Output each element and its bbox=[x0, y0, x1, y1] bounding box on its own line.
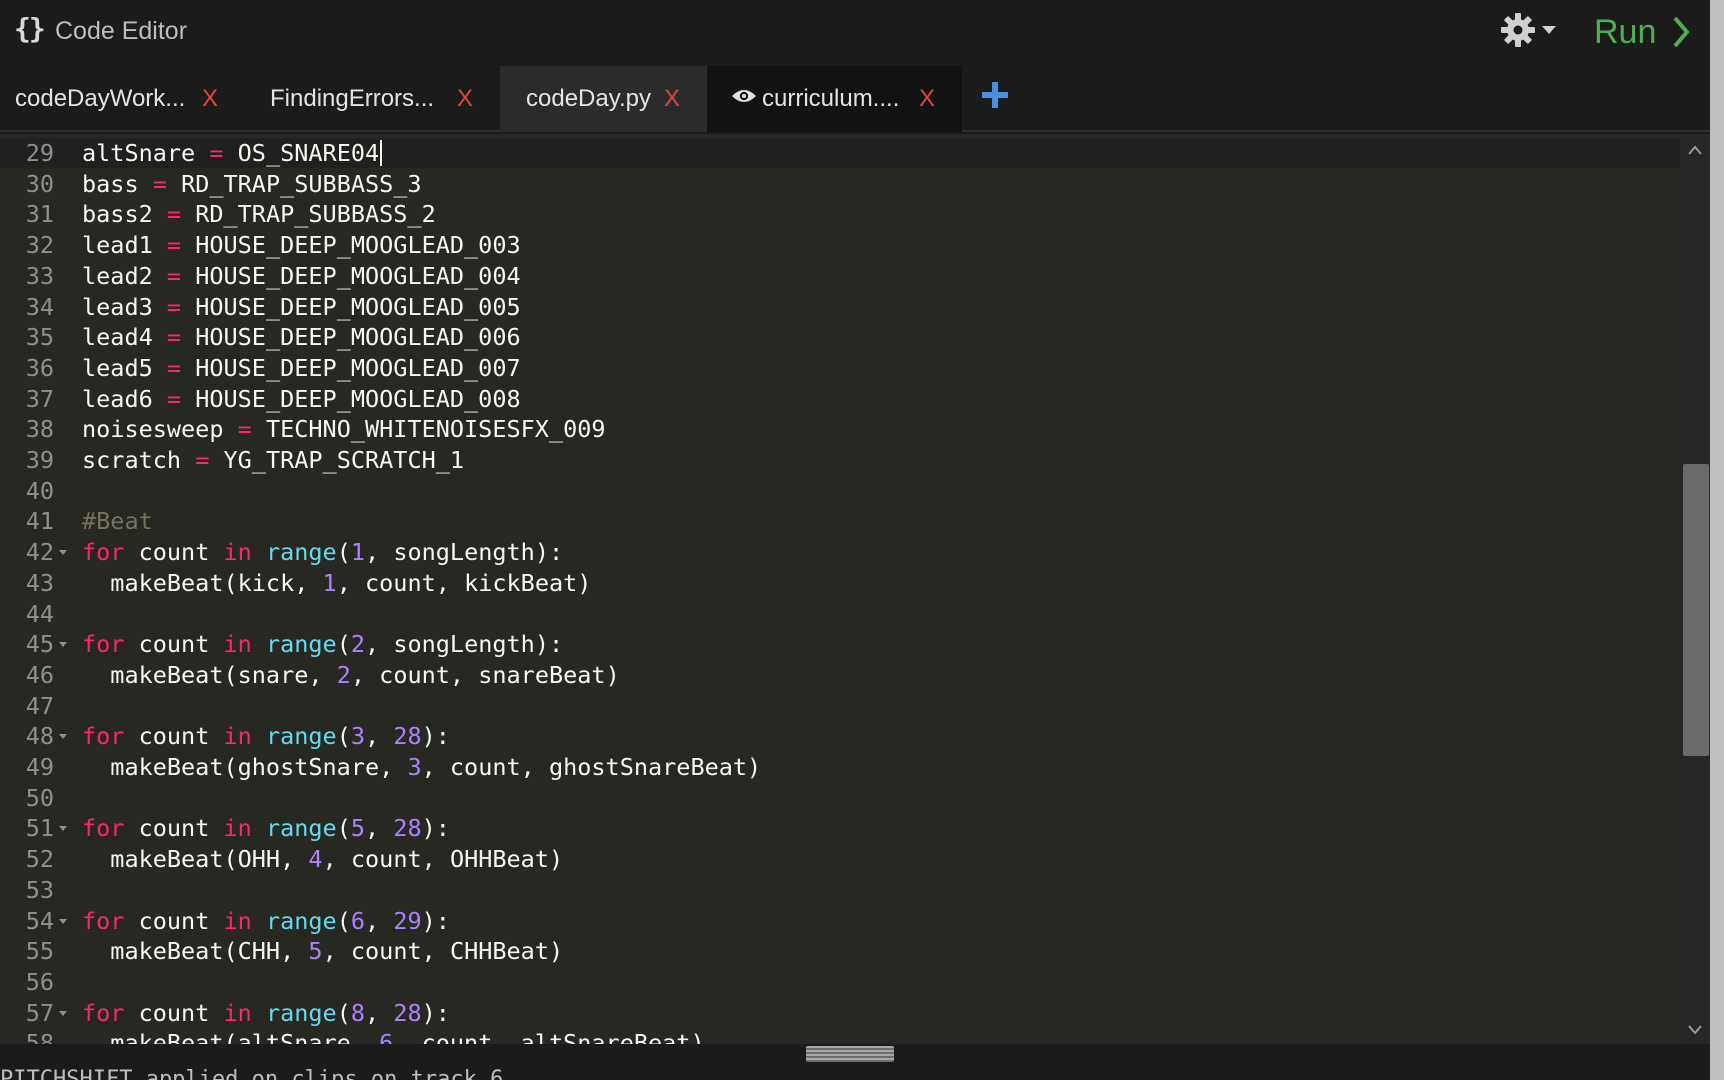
add-tab-button[interactable] bbox=[980, 80, 1010, 110]
code-editor-area[interactable]: 29 altSnare = OS_SNARE04 30 bass = RD_TRAP_… bbox=[0, 134, 1710, 1044]
line-number: 42 bbox=[25, 538, 54, 567]
line-number: 44 bbox=[25, 599, 54, 628]
code-line[interactable]: for count in range(3, 28): bbox=[82, 721, 450, 751]
code-line[interactable]: for count in range(5, 28): bbox=[82, 813, 450, 843]
vertical-scrollbar[interactable] bbox=[1680, 134, 1710, 1044]
eye-icon bbox=[731, 87, 757, 105]
line-number: 53 bbox=[25, 875, 54, 904]
line-number: 34 bbox=[25, 292, 54, 321]
line-number: 52 bbox=[25, 845, 54, 874]
line-number: 55 bbox=[25, 937, 54, 966]
line-number: 40 bbox=[25, 476, 54, 505]
line-number: 37 bbox=[25, 384, 54, 413]
code-line[interactable]: for count in range(8, 28): bbox=[82, 998, 450, 1028]
tab-close-button[interactable]: X bbox=[919, 85, 935, 113]
code-line[interactable]: noisesweep = TECHNO_WHITENOISESFX_009 bbox=[82, 414, 606, 444]
line-number: 32 bbox=[25, 231, 54, 260]
scrollbar-thumb[interactable] bbox=[1683, 464, 1709, 756]
line-number: 30 bbox=[25, 169, 54, 198]
code-line[interactable]: lead3 = HOUSE_DEEP_MOOGLEAD_005 bbox=[82, 292, 521, 322]
line-number: 35 bbox=[25, 323, 54, 352]
plus-icon bbox=[980, 82, 1010, 114]
code-line[interactable]: lead4 = HOUSE_DEEP_MOOGLEAD_006 bbox=[82, 322, 521, 352]
run-label: Run bbox=[1594, 12, 1657, 51]
line-number: 51 bbox=[25, 814, 54, 843]
code-line[interactable]: bass2 = RD_TRAP_SUBBASS_2 bbox=[82, 199, 436, 229]
fold-arrow-icon[interactable] bbox=[59, 918, 67, 924]
code-line[interactable]: lead5 = HOUSE_DEEP_MOOGLEAD_007 bbox=[82, 353, 521, 383]
tab-label: codeDayWork... bbox=[15, 85, 186, 112]
code-editor-app: {} Code Editor Run codeDayWork... X Find… bbox=[0, 0, 1724, 1080]
tab-close-button[interactable]: X bbox=[664, 85, 680, 113]
line-number: 41 bbox=[25, 507, 54, 536]
code-line[interactable]: altSnare = OS_SNARE04 bbox=[82, 138, 379, 168]
tab-findingerrors[interactable]: FindingErrors... X bbox=[242, 66, 500, 132]
tab-close-button[interactable]: X bbox=[202, 85, 218, 113]
line-number: 46 bbox=[25, 660, 54, 689]
line-number: 54 bbox=[25, 906, 54, 935]
code-line[interactable]: scratch = YG_TRAP_SCRATCH_1 bbox=[82, 445, 464, 475]
line-number: 57 bbox=[25, 998, 54, 1027]
run-button[interactable]: Run bbox=[1594, 10, 1690, 54]
line-number: 56 bbox=[25, 967, 54, 996]
resize-handle[interactable] bbox=[806, 1046, 894, 1062]
tab-curriculum[interactable]: curriculum.... X bbox=[707, 66, 962, 132]
console-output: PITCHSHIFT applied on clips on track 6 bbox=[0, 1062, 1710, 1080]
fold-arrow-icon[interactable] bbox=[59, 642, 67, 648]
fold-arrow-icon[interactable] bbox=[59, 1010, 67, 1016]
caret-down-icon bbox=[1542, 26, 1556, 34]
line-number: 33 bbox=[25, 261, 54, 290]
text-cursor bbox=[380, 140, 383, 166]
line-number: 50 bbox=[25, 783, 54, 812]
code-line[interactable]: #Beat bbox=[82, 506, 153, 536]
console-text: PITCHSHIFT applied on clips on track 6 bbox=[0, 1067, 504, 1080]
tab-codedaywork[interactable]: codeDayWork... X bbox=[0, 66, 242, 132]
tab-close-button[interactable]: X bbox=[457, 85, 473, 113]
code-line[interactable]: lead6 = HOUSE_DEEP_MOOGLEAD_008 bbox=[82, 384, 521, 414]
code-line[interactable]: for count in range(2, songLength): bbox=[82, 629, 563, 659]
scroll-up-icon[interactable] bbox=[1688, 142, 1702, 155]
code-line[interactable]: makeBeat(snare, 2, count, snareBeat) bbox=[82, 660, 619, 690]
line-number: 43 bbox=[25, 568, 54, 597]
code-line[interactable]: for count in range(1, songLength): bbox=[82, 537, 563, 567]
fold-arrow-icon[interactable] bbox=[59, 826, 67, 832]
code-line[interactable]: lead1 = HOUSE_DEEP_MOOGLEAD_003 bbox=[82, 230, 521, 260]
line-number: 58 bbox=[25, 1029, 54, 1044]
code-line[interactable]: for count in range(6, 29): bbox=[82, 906, 450, 936]
code-line[interactable]: makeBeat(ghostSnare, 3, count, ghostSnar… bbox=[82, 752, 761, 782]
code-line[interactable]: lead2 = HOUSE_DEEP_MOOGLEAD_004 bbox=[82, 261, 521, 291]
settings-menu-button[interactable] bbox=[1500, 10, 1562, 50]
line-number: 47 bbox=[25, 691, 54, 720]
curly-braces-icon: {} bbox=[14, 12, 46, 45]
line-number: 49 bbox=[25, 753, 54, 781]
code-line[interactable]: makeBeat(OHH, 4, count, OHHBeat) bbox=[82, 844, 563, 874]
code-line[interactable]: makeBeat(CHH, 5, count, CHHBeat) bbox=[82, 936, 563, 966]
tab-label: curriculum.... bbox=[762, 85, 900, 112]
code-line[interactable]: makeBeat(altSnare, 6, count, altSnareBea… bbox=[82, 1028, 704, 1044]
chevron-right-icon bbox=[1672, 16, 1690, 48]
line-number: 36 bbox=[25, 353, 54, 382]
tab-codeday-py[interactable]: codeDay.py X bbox=[500, 66, 707, 132]
tab-bar: codeDayWork... X FindingErrors... X code… bbox=[0, 66, 1710, 132]
editor-title: Code Editor bbox=[55, 17, 188, 45]
line-number: 45 bbox=[25, 630, 54, 659]
line-number: 31 bbox=[25, 200, 54, 229]
window-edge bbox=[1710, 0, 1724, 1080]
fold-arrow-icon[interactable] bbox=[59, 550, 67, 556]
line-number: 29 bbox=[25, 139, 54, 167]
line-number: 48 bbox=[25, 722, 54, 751]
fold-arrow-icon[interactable] bbox=[59, 734, 67, 740]
editor-header: {} Code Editor Run bbox=[0, 0, 1710, 66]
tab-label: codeDay.py bbox=[526, 85, 651, 112]
line-number: 39 bbox=[25, 446, 54, 474]
tab-label: FindingErrors... bbox=[270, 85, 435, 112]
code-line[interactable]: makeBeat(kick, 1, count, kickBeat) bbox=[82, 568, 591, 598]
code-line[interactable]: bass = RD_TRAP_SUBBASS_3 bbox=[82, 169, 422, 199]
scroll-down-icon[interactable] bbox=[1688, 1022, 1702, 1035]
gear-icon bbox=[1500, 12, 1536, 48]
line-number: 38 bbox=[25, 415, 54, 444]
